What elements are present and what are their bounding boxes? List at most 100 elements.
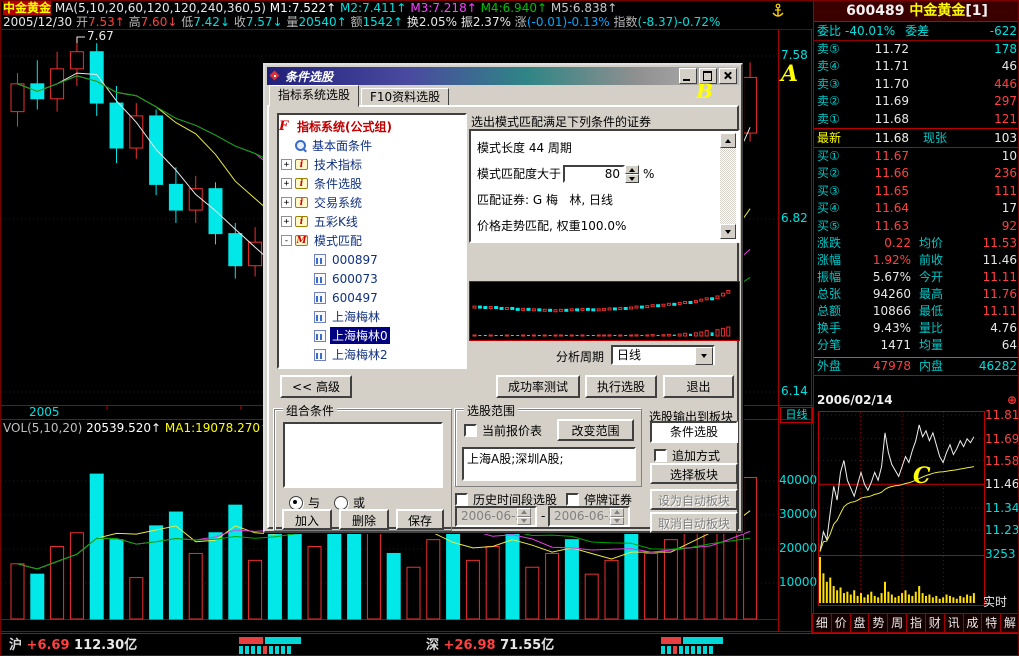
anchor-icon[interactable]	[771, 3, 785, 19]
menu-item-特[interactable]: 特	[981, 613, 1001, 633]
buy-price: 11.64	[849, 200, 909, 217]
menu-item-讯[interactable]: 讯	[944, 613, 964, 633]
app-window: 中金黄金 MA(5,10,20,60,120,120,240,360,5) M1…	[0, 0, 1019, 656]
close-button[interactable]	[719, 68, 737, 84]
cancel-auto-block-button[interactable]: 取消自动板块	[650, 512, 738, 533]
date-to-spinner[interactable]	[610, 508, 624, 525]
sell-level-row[interactable]: 卖④11.7146	[814, 58, 1019, 75]
sh-amount: 112.30亿	[74, 638, 137, 653]
weibi-label: 委比	[817, 22, 841, 40]
expand-icon[interactable]: +	[281, 197, 292, 208]
sh-updown-icon	[239, 637, 303, 654]
scroll-down-icon[interactable]	[720, 224, 736, 239]
menu-item-解[interactable]: 解	[1000, 613, 1019, 633]
menu-item-指[interactable]: 指	[906, 613, 926, 633]
match-degree-spinner[interactable]	[625, 165, 639, 183]
chevron-down-icon[interactable]	[695, 347, 713, 365]
menu-item-势[interactable]: 势	[868, 613, 888, 633]
menu-item-细[interactable]: 细	[812, 613, 832, 633]
current-quote-checkbox[interactable]: 当前报价表	[464, 422, 542, 439]
buy-level-row[interactable]: 买⑤11.6392	[814, 218, 1019, 235]
tree-item-交易系统[interactable]: +i交易系统	[279, 193, 465, 212]
buy-level-row[interactable]: 买④11.6417	[814, 200, 1019, 217]
range-text-box[interactable]: 上海A股;深圳A股;	[462, 447, 636, 481]
condition-scrollbar[interactable]	[720, 133, 736, 239]
set-auto-block-button[interactable]: 设为自动板块	[650, 489, 738, 510]
range-group-title: 选股范围	[464, 402, 518, 419]
bottom-menu: 细价盘势周指财讯成特解	[813, 613, 1019, 633]
tree-root-label: 指标系统(公式组)	[295, 118, 394, 135]
intraday-axis-label: 11.81	[985, 409, 1019, 422]
sh-index-group[interactable]: 沪 +6.69 112.30亿	[9, 636, 137, 656]
append-mode-checkbox[interactable]: 追加方式	[654, 447, 720, 464]
expand-icon[interactable]: +	[281, 178, 292, 189]
sz-index-group[interactable]: 深 +26.98 71.55亿	[426, 636, 554, 656]
condition-description: 选出模式匹配满足下列条件的证券	[471, 113, 651, 130]
expand-icon[interactable]: -	[281, 235, 292, 246]
volume-axis-label: 40000	[779, 474, 817, 487]
menu-item-周[interactable]: 周	[887, 613, 907, 633]
expand-icon[interactable]: +	[281, 368, 292, 369]
minimize-button[interactable]	[679, 68, 697, 84]
expand-icon[interactable]: +	[281, 216, 292, 227]
tree-item-五彩K线[interactable]: +i五彩K线	[279, 212, 465, 231]
stat-row: 总张94260最高11.76	[814, 286, 1019, 303]
topbar-text: 收	[234, 15, 246, 29]
buy-label: 买①	[817, 148, 849, 165]
date-to-field[interactable]: 2006-06-24	[548, 506, 630, 527]
delete-button[interactable]: 删除	[339, 509, 389, 530]
success-test-button[interactable]: 成功率测试	[496, 375, 580, 398]
tree-item-上海梅林2[interactable]: 上海梅林2	[279, 345, 465, 364]
buy-volume: 236	[909, 165, 1017, 182]
sell-level-row[interactable]: 卖③11.70446	[814, 76, 1019, 93]
dialog-titlebar[interactable]: 条件选股	[267, 67, 739, 85]
stock-suffix: [1]	[965, 3, 988, 19]
scroll-up-icon[interactable]	[720, 133, 736, 148]
save-button[interactable]: 保存	[396, 509, 444, 530]
add-button[interactable]: 加入	[282, 509, 332, 530]
pattern-preview-chart[interactable]	[469, 281, 740, 341]
tree-item-基本面条件[interactable]: 基本面条件	[279, 136, 465, 155]
tree-item-上海梅林[interactable]: 上海梅林	[279, 307, 465, 326]
tree-item-组合条件[interactable]: +ii组合条件	[279, 364, 465, 369]
date-from-spinner[interactable]	[517, 508, 531, 525]
select-block-button[interactable]: 选择板块	[650, 463, 738, 484]
tree-item-600497[interactable]: 600497	[279, 288, 465, 307]
buy-level-row[interactable]: 买③11.65111	[814, 183, 1019, 200]
bubble-icon: M	[295, 235, 308, 246]
exit-button[interactable]: 退出	[663, 375, 734, 398]
stat-value: 1471	[847, 337, 911, 354]
tree-root[interactable]: F指标系统(公式组)	[279, 117, 465, 136]
buy-level-row[interactable]: 买②11.66236	[814, 165, 1019, 182]
date-from-field[interactable]: 2006-06-24	[455, 506, 537, 527]
sell-level-row[interactable]: 卖⑤11.72178	[814, 41, 1019, 58]
expand-icon[interactable]: +	[281, 159, 292, 170]
period-label[interactable]: 日线	[780, 407, 813, 423]
output-target-box[interactable]: 条件选股	[650, 421, 738, 443]
realtime-label: 实时	[983, 593, 1007, 610]
menu-item-价[interactable]: 价	[831, 613, 851, 633]
tree-item-模式匹配[interactable]: -M模式匹配	[279, 231, 465, 250]
sell-level-row[interactable]: 卖①11.68121	[814, 111, 1019, 128]
tree-item-条件选股[interactable]: +i条件选股	[279, 174, 465, 193]
change-range-button[interactable]: 改变范围	[557, 419, 634, 441]
tree-item-000897[interactable]: 000897	[279, 250, 465, 269]
tree-item-技术指标[interactable]: +i技术指标	[279, 155, 465, 174]
combine-condition-listbox[interactable]	[283, 422, 443, 488]
latest-row[interactable]: 最新 11.68 现张 103	[814, 128, 1019, 148]
sell-level-row[interactable]: 卖②11.69297	[814, 93, 1019, 110]
buy-level-row[interactable]: 买①11.6710	[814, 148, 1019, 165]
stat-label: 涨幅	[817, 252, 847, 269]
tab-indicator-system[interactable]: 指标系统选股	[269, 85, 359, 107]
advanced-button[interactable]: << 高级	[280, 375, 352, 398]
analysis-period-select[interactable]: 日线	[611, 345, 715, 365]
menu-item-财[interactable]: 财	[925, 613, 945, 633]
menu-item-成[interactable]: 成	[963, 613, 983, 633]
run-selection-button[interactable]: 执行选股	[585, 375, 657, 398]
tree-item-600073[interactable]: 600073	[279, 269, 465, 288]
match-degree-input[interactable]: 80	[563, 165, 625, 183]
stat-row: 总额10866最低11.11	[814, 303, 1019, 320]
menu-item-盘[interactable]: 盘	[850, 613, 870, 633]
crosshair-icon[interactable]: ⊕	[1007, 392, 1017, 409]
tree-item-上海梅林0[interactable]: 上海梅林0	[279, 326, 465, 345]
